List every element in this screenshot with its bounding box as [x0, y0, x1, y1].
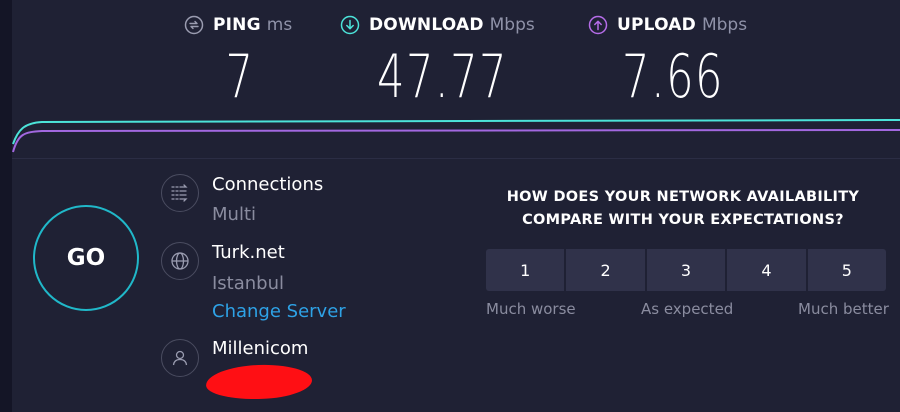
rating-option-1[interactable]: 1 — [486, 249, 567, 291]
rating-scale: 1 2 3 4 5 — [486, 249, 887, 291]
download-arrow-icon — [340, 15, 360, 35]
survey-question-line2: COMPARE WITH YOUR EXPECTATIONS? — [522, 212, 844, 228]
upload-metric: UPLOAD Mbps 7.66 — [588, 12, 758, 112]
divider — [12, 158, 900, 159]
upload-value: 7.66 — [622, 42, 724, 112]
user-icon — [161, 339, 199, 377]
ping-label: PING — [213, 15, 261, 35]
ping-metric: PING ms 7 — [184, 12, 296, 112]
ping-icon — [184, 15, 204, 35]
download-value: 47.77 — [377, 42, 508, 112]
server-location: Istanbul — [212, 273, 285, 294]
upload-label: UPLOAD — [617, 15, 696, 35]
globe-icon — [161, 242, 199, 280]
download-unit: Mbps — [489, 15, 535, 35]
connections-icon — [161, 174, 199, 212]
rating-option-3[interactable]: 3 — [646, 249, 728, 291]
scale-label-mid: As expected — [641, 300, 734, 318]
upload-arrow-icon — [588, 15, 608, 35]
rating-option-2[interactable]: 2 — [566, 249, 647, 291]
change-server-link[interactable]: Change Server — [212, 301, 346, 322]
upload-line — [12, 129, 900, 153]
connections-value: Multi — [212, 204, 256, 225]
download-metric: DOWNLOAD Mbps 47.77 — [340, 12, 545, 112]
scale-label-high: Much better — [798, 300, 889, 318]
ping-unit: ms — [266, 15, 293, 35]
go-button[interactable]: GO — [33, 205, 139, 311]
survey-question: HOW DOES YOUR NETWORK AVAILABILITY COMPA… — [480, 186, 886, 232]
download-line — [12, 119, 900, 145]
rating-option-5[interactable]: 5 — [807, 249, 887, 291]
server-name: Turk.net — [212, 242, 285, 263]
download-label: DOWNLOAD — [369, 15, 484, 35]
rating-option-4[interactable]: 4 — [727, 249, 808, 291]
provider-name: Millenicom — [212, 338, 309, 359]
upload-unit: Mbps — [701, 15, 748, 35]
speed-graph — [12, 119, 900, 153]
scale-label-low: Much worse — [486, 300, 576, 318]
ping-value: 7 — [225, 42, 255, 112]
connections-title: Connections — [212, 174, 324, 195]
survey-question-line1: HOW DOES YOUR NETWORK AVAILABILITY — [506, 189, 860, 205]
